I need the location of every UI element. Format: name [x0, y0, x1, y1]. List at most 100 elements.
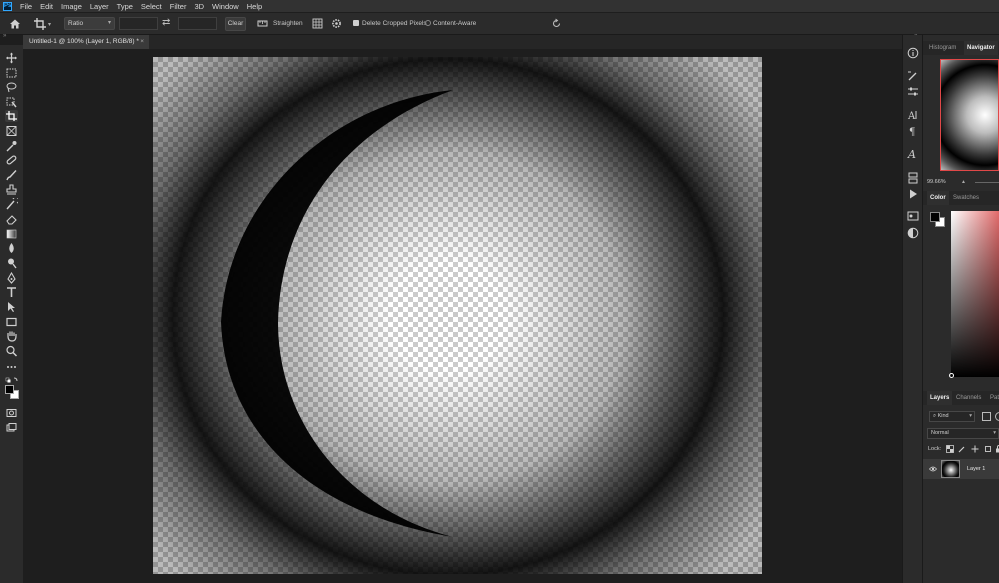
adjustment-layer-icon[interactable] [907, 227, 919, 239]
clear-button[interactable]: Clear [225, 17, 246, 31]
tab-navigator[interactable]: Navigator [964, 41, 998, 55]
zoom-tool-icon[interactable] [5, 345, 18, 357]
color-picker-cursor[interactable] [949, 373, 954, 378]
ratio-height-input[interactable] [178, 17, 217, 30]
chevron-down-icon[interactable]: ▾ [48, 21, 51, 28]
layer-thumbnail[interactable] [941, 460, 960, 478]
lasso-tool-icon[interactable] [5, 81, 18, 93]
menu-3d[interactable]: 3D [190, 2, 208, 11]
brush-settings-icon[interactable] [907, 70, 919, 82]
zoom-out-icon[interactable]: ▲ [961, 179, 966, 185]
document-canvas[interactable] [153, 57, 762, 574]
type-tool-icon[interactable] [5, 286, 18, 298]
paragraph-icon[interactable]: ¶ [907, 125, 919, 138]
history-brush-tool-icon[interactable] [5, 196, 20, 210]
healing-brush-tool-icon[interactable] [5, 154, 18, 166]
actions-play-icon[interactable] [907, 188, 919, 200]
quick-mask-icon[interactable] [5, 407, 18, 419]
collapse-tools-icon[interactable]: » [3, 33, 6, 39]
filter-adjustment-layers-icon[interactable] [995, 412, 999, 421]
screen-mode-icon[interactable] [5, 422, 18, 434]
tab-layers[interactable]: Layers [927, 391, 953, 405]
content-aware-checkbox[interactable] [425, 20, 431, 26]
blend-mode-select[interactable]: Normal ▾ [927, 428, 999, 439]
lock-image-pixels-icon[interactable] [958, 445, 966, 453]
menu-select[interactable]: Select [137, 2, 166, 11]
swap-icon[interactable]: ⇄ [162, 17, 170, 28]
layer-filter-kind-label: Kind [937, 413, 949, 419]
foreground-background-colors[interactable] [5, 385, 19, 399]
menu-window[interactable]: Window [208, 2, 243, 11]
default-colors-icon[interactable] [5, 375, 18, 383]
frame-tool-icon[interactable] [5, 125, 18, 137]
color-panel-swatches[interactable] [930, 212, 946, 228]
svg-text:¶: ¶ [909, 127, 915, 137]
tab-color[interactable]: Color [927, 191, 949, 205]
menu-edit[interactable]: Edit [36, 2, 57, 11]
eraser-tool-icon[interactable] [5, 213, 18, 225]
ratio-width-input[interactable] [119, 17, 158, 30]
menu-file[interactable]: File [16, 2, 36, 11]
move-tool-icon[interactable] [5, 52, 18, 64]
more-tools-icon[interactable] [5, 361, 18, 373]
grid-overlay-icon[interactable] [312, 18, 323, 29]
layer-filter-kind-select[interactable]: ⌕ Kind ▾ [929, 411, 975, 422]
rectangle-tool-icon[interactable] [5, 316, 18, 328]
menu-layer[interactable]: Layer [86, 2, 113, 11]
menu-help[interactable]: Help [243, 2, 266, 11]
glyphs-icon[interactable]: A [907, 148, 919, 161]
canvas-vignette [153, 57, 762, 574]
brush-tool-icon[interactable] [5, 169, 18, 181]
reset-icon[interactable] [551, 18, 562, 29]
tab-paths[interactable]: Paths [990, 391, 999, 405]
tab-histogram[interactable]: Histogram [929, 41, 956, 55]
tab-swatches[interactable]: Swatches [953, 191, 979, 205]
ratio-select[interactable]: Ratio ▾ [64, 17, 115, 30]
menu-image[interactable]: Image [57, 2, 86, 11]
crop-tool-preset-icon[interactable] [33, 17, 47, 31]
navigator-zoom-level[interactable]: 99.66% [927, 179, 946, 185]
close-icon[interactable]: × [140, 35, 144, 49]
navigator-zoom-slider[interactable] [975, 182, 999, 183]
marquee-tool-icon[interactable] [5, 67, 18, 79]
menu-type[interactable]: Type [113, 2, 137, 11]
dodge-tool-icon[interactable] [5, 257, 18, 269]
navigator-thumbnail[interactable] [940, 59, 999, 171]
navigator-view-box[interactable] [940, 59, 999, 171]
info-icon[interactable] [907, 47, 919, 59]
blur-tool-icon[interactable] [5, 242, 18, 254]
gradient-tool-icon[interactable] [5, 228, 18, 240]
hand-tool-icon[interactable] [5, 330, 18, 342]
photoshop-logo-icon[interactable]: Ps [3, 1, 12, 11]
foreground-color-swatch[interactable] [5, 385, 14, 394]
eyedropper-tool-icon[interactable] [5, 140, 18, 152]
layer-name[interactable]: Layer 1 [967, 459, 985, 479]
lock-transparent-pixels-icon[interactable] [946, 445, 954, 453]
document-tab[interactable]: Untitled-1 @ 100% (Layer 1, RGB/8) * × [23, 35, 149, 49]
gear-icon[interactable] [331, 18, 342, 29]
adjustments-icon[interactable] [907, 86, 919, 98]
delete-cropped-pixels-checkbox[interactable] [353, 20, 359, 26]
lock-position-icon[interactable] [971, 445, 979, 453]
clone-stamp-tool-icon[interactable] [5, 184, 18, 196]
character-icon[interactable]: A [907, 109, 919, 122]
tab-channels[interactable]: Channels [956, 391, 981, 405]
layer-row[interactable]: Layer 1 [923, 459, 999, 479]
object-selection-tool-icon[interactable] [5, 96, 18, 108]
lock-all-icon[interactable] [995, 445, 999, 453]
filter-pixel-layers-icon[interactable] [982, 412, 991, 421]
straighten-label: Straighten [273, 20, 303, 27]
menu-filter[interactable]: Filter [166, 2, 191, 11]
color-picker-field[interactable] [951, 211, 999, 377]
eye-icon[interactable] [928, 466, 938, 472]
crop-tool-icon[interactable] [5, 110, 18, 122]
pen-tool-icon[interactable] [5, 271, 18, 284]
menu-bar: Ps File Edit Image Layer Type Select Fil… [0, 0, 999, 12]
straighten-icon[interactable] [257, 18, 268, 29]
path-selection-tool-icon[interactable] [5, 301, 18, 313]
lock-artboard-icon[interactable] [984, 445, 992, 453]
color-panel-foreground-swatch[interactable] [930, 212, 940, 222]
home-icon[interactable] [8, 17, 22, 31]
history-icon[interactable] [907, 172, 919, 184]
properties-icon[interactable] [907, 210, 919, 222]
